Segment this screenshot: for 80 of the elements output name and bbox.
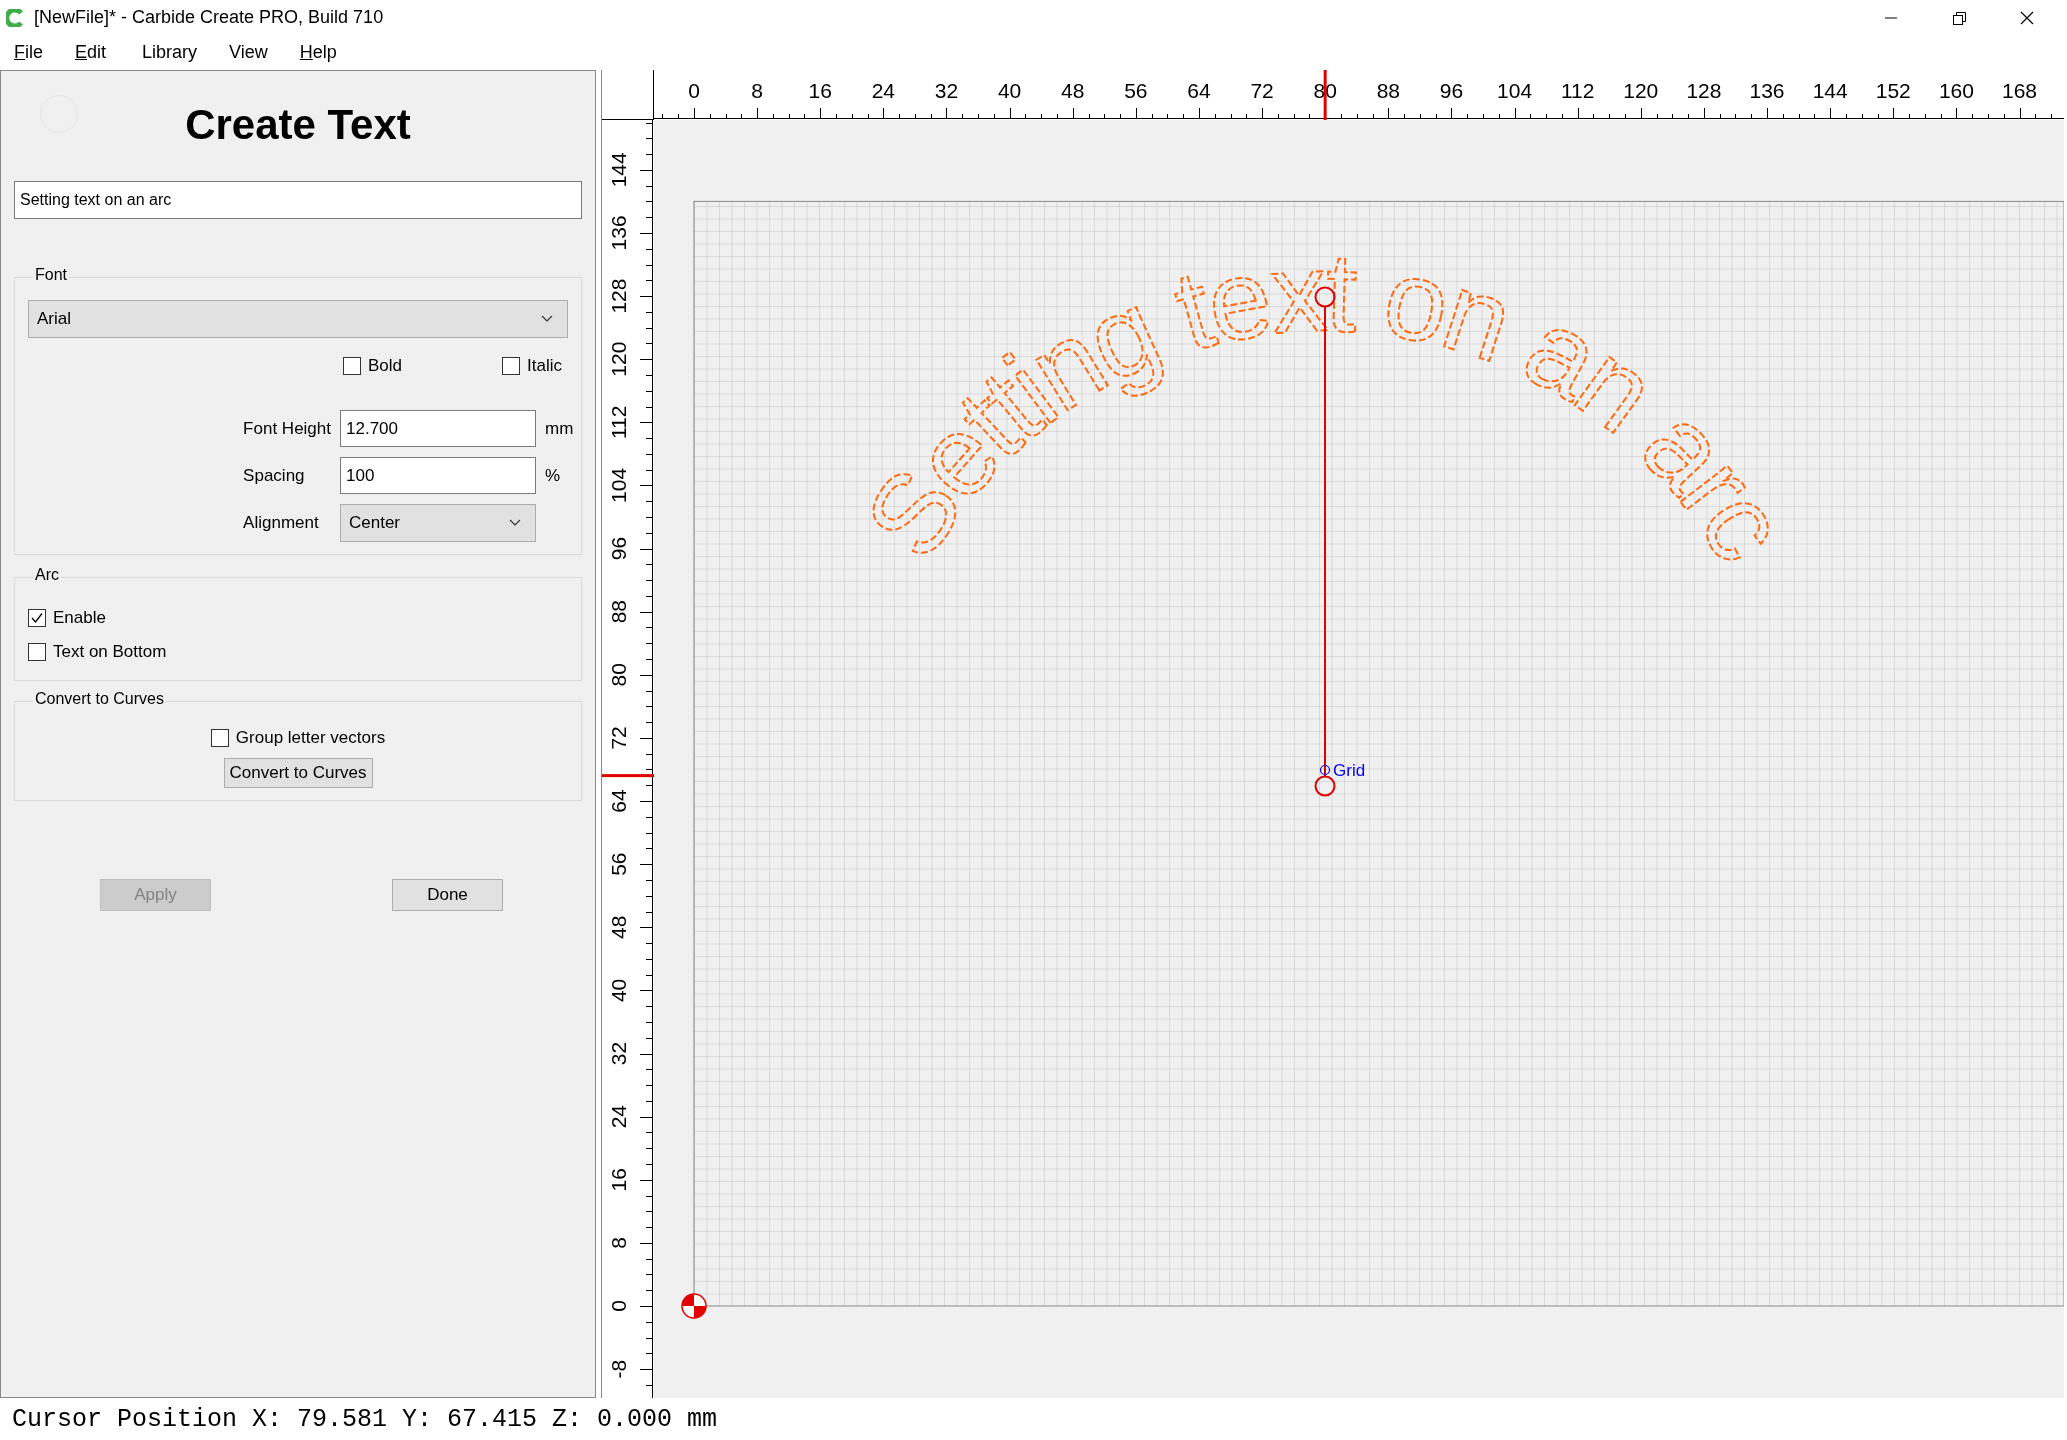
ruler-label: 56	[607, 852, 630, 876]
ruler-label: 48	[1061, 79, 1085, 102]
font-dropdown[interactable]: Arial	[28, 300, 568, 338]
ruler-label: 0	[688, 79, 700, 102]
ruler-label: 96	[607, 536, 630, 561]
menu-item[interactable]: Help	[299, 42, 337, 63]
ruler-label: 136	[1749, 79, 1785, 102]
ruler-label: 144	[607, 152, 630, 188]
arc-handle[interactable]	[1314, 286, 1336, 308]
checkbox-label: Bold	[368, 356, 403, 376]
ruler-label: 136	[607, 215, 630, 251]
done-button[interactable]: Done	[392, 879, 503, 911]
field-label: Alignment	[243, 513, 320, 533]
ruler-label: 96	[1439, 79, 1464, 102]
input-field[interactable]: 100	[340, 457, 536, 494]
checkbox-label: Enable	[53, 608, 106, 628]
app-logo-icon	[6, 8, 24, 27]
menu-item[interactable]: Library	[142, 42, 198, 63]
ruler-label: 152	[1875, 79, 1911, 102]
ruler-label: 32	[934, 79, 959, 102]
status-text: Cursor Position X: 79.581 Y: 67.415 Z: 0.000 mm	[11, 1403, 719, 1436]
ruler-label: 160	[1938, 79, 1974, 102]
checkbox-label: Italic	[527, 356, 562, 376]
ruler-label: 8	[607, 1237, 630, 1249]
text-input[interactable]: Setting text on an arc	[14, 181, 582, 219]
menu-item[interactable]: View	[229, 42, 268, 63]
convert-button[interactable]: Convert to Curves	[223, 758, 373, 788]
caret-icon	[541, 315, 553, 323]
checkbox[interactable]	[28, 609, 46, 627]
ruler-label: 72	[1250, 79, 1274, 102]
ruler-label: 88	[607, 600, 630, 624]
ruler-label: 40	[607, 978, 630, 1003]
ruler-label: 16	[607, 1168, 630, 1192]
ruler-label: 104	[1497, 79, 1533, 102]
ruler-label: 112	[607, 405, 630, 440]
ruler-label: 112	[1560, 79, 1595, 102]
ruler-label: 128	[1686, 79, 1722, 102]
input-field[interactable]: 12.700	[340, 410, 536, 447]
menu-item[interactable]: File	[14, 42, 43, 63]
alignment-dropdown[interactable]: Center	[340, 504, 536, 542]
ruler-label: 64	[607, 789, 630, 813]
ruler-label: 88	[1376, 79, 1400, 102]
ruler-label: 24	[607, 1104, 630, 1129]
checkbox[interactable]	[28, 643, 46, 661]
ruler-label: 48	[607, 915, 630, 939]
ruler-label: -8	[607, 1359, 630, 1379]
ruler-label: 32	[607, 1041, 630, 1066]
checkbox[interactable]	[502, 357, 521, 375]
ruler-label: 120	[607, 341, 630, 377]
arc-center-handle[interactable]	[1314, 775, 1336, 797]
ruler-label: 56	[1124, 79, 1148, 102]
ruler-label: 8	[751, 79, 763, 102]
ruler-label: 120	[1623, 79, 1659, 102]
ruler-label: 128	[607, 278, 630, 314]
field-label: Font Height	[243, 418, 331, 439]
unit-label: %	[545, 465, 562, 486]
menu-item[interactable]: Edit	[75, 42, 107, 63]
ruler-label: 80	[607, 663, 630, 687]
panel-title: Create Text	[185, 101, 411, 149]
field-label: Spacing	[243, 465, 306, 486]
origin-marker	[681, 1293, 707, 1319]
ruler-label: 0	[607, 1300, 630, 1312]
ruler-label: 104	[607, 467, 630, 503]
ruler-label: 168	[2002, 79, 2038, 102]
unit-label: mm	[545, 418, 575, 439]
checkbox[interactable]	[210, 729, 229, 747]
checkbox-label: Text on Bottom	[53, 642, 167, 662]
ruler-label: 64	[1187, 79, 1211, 102]
ruler-label: 144	[1812, 79, 1848, 102]
ruler-label: 40	[997, 79, 1022, 102]
ruler-label: 24	[871, 79, 896, 102]
checkbox-label: Group letter vectors	[235, 728, 386, 748]
ruler-label: 16	[808, 79, 832, 102]
ruler-label: 72	[607, 726, 630, 750]
checkbox[interactable]	[343, 357, 361, 375]
snap-point-icon	[1319, 764, 1331, 776]
caret-icon	[509, 519, 521, 527]
window-title: [NewFile]* - Carbide Create PRO, Build 710	[34, 7, 385, 28]
snap-label: Grid	[1333, 761, 1366, 780]
ruler-corner	[602, 70, 654, 120]
